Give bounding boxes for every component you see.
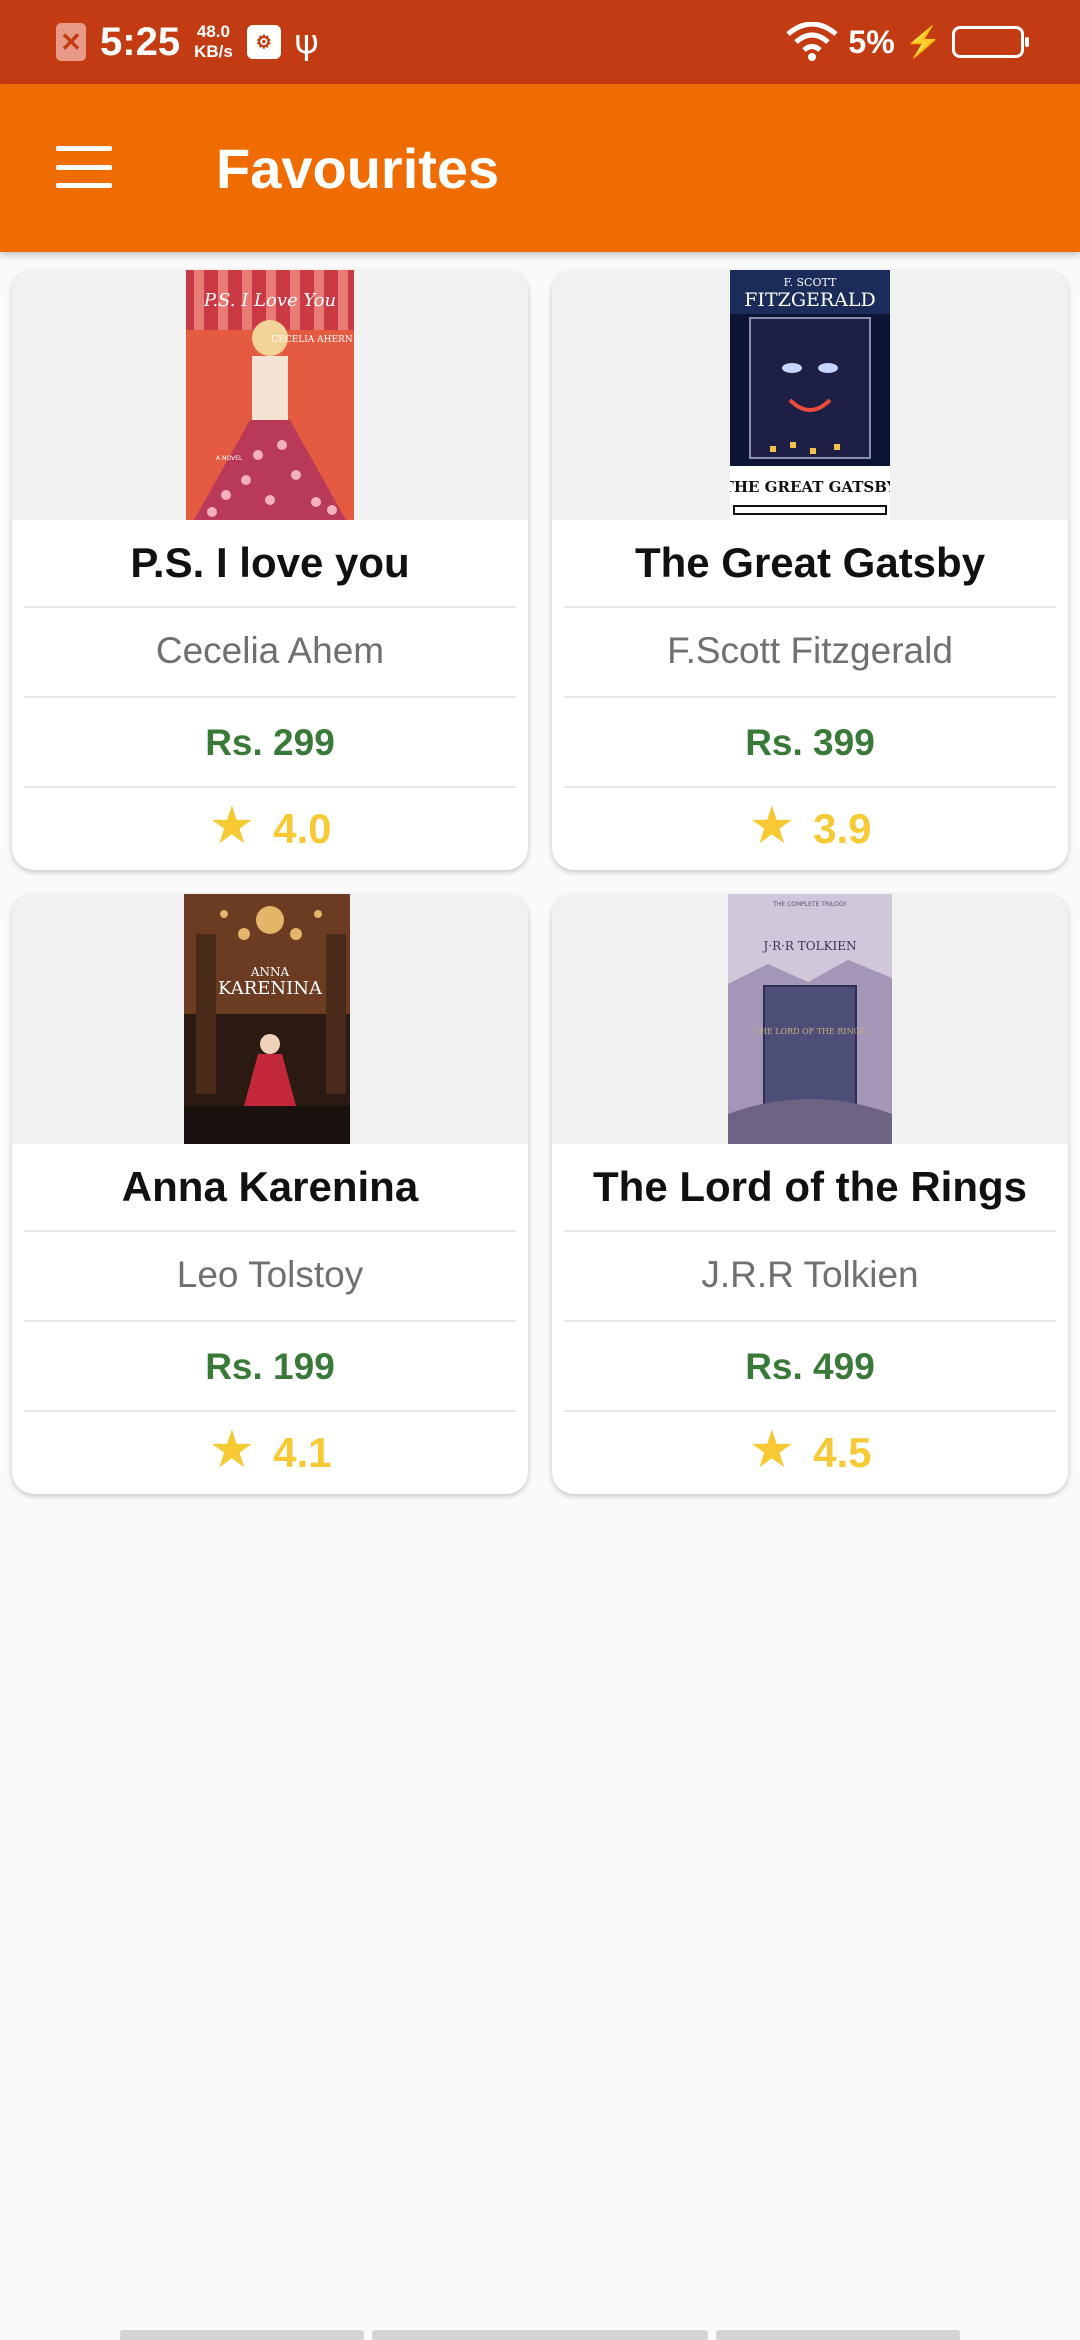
cover-text: ANNA — [250, 965, 290, 979]
cover-text: A NOVEL — [216, 455, 243, 462]
rating-value: 3.9 — [813, 805, 872, 852]
clock: 5:25 — [100, 19, 181, 64]
star-icon: ★ — [208, 795, 256, 856]
divider — [564, 1230, 1056, 1232]
book-price: Rs. 499 — [745, 1346, 875, 1387]
divider — [24, 1410, 516, 1412]
app-bar: Favourites — [0, 84, 1080, 252]
status-bar-right: 5% ⚡ — [786, 0, 1029, 84]
divider — [24, 696, 516, 698]
book-price: Rs. 199 — [205, 1346, 335, 1387]
rating-value: 4.1 — [273, 1429, 332, 1476]
cover-text: P.S. I Love You — [203, 290, 336, 311]
book-rating: ★ 4.1 — [12, 1422, 528, 1484]
network-speed: 48.0 KB/s — [194, 22, 233, 62]
divider — [24, 786, 516, 788]
book-author: J.R.R Tolkien — [701, 1254, 919, 1295]
divider — [564, 1320, 1056, 1322]
book-cover-image: THE COMPLETE TRILOGY J·R·R TOLKIEN THE L… — [728, 894, 892, 1144]
divider — [564, 696, 1056, 698]
book-card[interactable]: THE COMPLETE TRILOGY J·R·R TOLKIEN THE L… — [552, 894, 1068, 1494]
network-speed-value: 48.0 — [196, 22, 230, 41]
book-author: Leo Tolstoy — [176, 1254, 364, 1295]
book-author: F.Scott Fitzgerald — [667, 630, 953, 671]
book-title: Anna Karenina — [121, 1163, 419, 1210]
book-price: Rs. 399 — [745, 722, 875, 763]
status-bar-left: ✕ 5:25 48.0 KB/s ⚙ ψ — [56, 0, 319, 84]
book-title: The Lord of the Rings — [593, 1163, 1027, 1210]
menu-line — [56, 183, 112, 188]
cover-text: CECELIA AHERN — [271, 335, 352, 345]
network-speed-unit: KB/s — [194, 42, 233, 61]
battery-percent: 5% — [848, 23, 895, 60]
nav-gesture-bar[interactable] — [372, 2330, 708, 2340]
cover-text: THE LORD OF THE RINGS — [755, 1027, 866, 1036]
book-title: P.S. I love you — [130, 539, 410, 586]
cover-area: F. SCOTT FITZGERALD THE GREAT GATSBY — [552, 270, 1068, 520]
battery-icon — [952, 26, 1029, 58]
cover-text: J·R·R TOLKIEN — [761, 939, 856, 953]
usb-debug-icon: ⚙ — [246, 25, 281, 59]
menu-line — [56, 146, 112, 151]
book-rating: ★ 4.5 — [552, 1422, 1068, 1484]
charging-bolt-icon: ⚡ — [904, 24, 942, 60]
book-card[interactable]: ANNA KARENINA Anna Karenina Leo Tolstoy … — [12, 894, 528, 1494]
page-title: Favourites — [216, 137, 500, 200]
book-title: The Great Gatsby — [634, 539, 986, 586]
book-author: Cecelia Ahem — [155, 630, 385, 671]
book-price: Rs. 299 — [205, 722, 335, 763]
divider — [564, 786, 1056, 788]
cover-text: THE GREAT GATSBY — [730, 478, 890, 496]
menu-line — [56, 164, 112, 170]
book-cover-image: ANNA KARENINA — [184, 894, 358, 1144]
rating-value: 4.5 — [813, 1429, 872, 1476]
book-card[interactable]: P.S. I Love You CECELIA AHERN A NOVEL P.… — [12, 270, 528, 870]
wifi-icon — [786, 22, 838, 61]
divider — [24, 1230, 516, 1232]
cover-area: ANNA KARENINA — [12, 894, 528, 1144]
divider — [24, 1320, 516, 1322]
star-icon: ★ — [748, 795, 796, 856]
book-rating: ★ 4.0 — [12, 798, 528, 860]
hamburger-menu-icon[interactable] — [56, 146, 112, 188]
svg-text:THE COMPLETE TRILOGY: THE COMPLETE TRILOGY — [772, 901, 847, 908]
book-cover-image: P.S. I Love You CECELIA AHERN A NOVEL — [186, 270, 354, 520]
book-card[interactable]: F. SCOTT FITZGERALD THE GREAT GATSBY The… — [552, 270, 1068, 870]
rating-value: 4.0 — [273, 805, 332, 852]
book-cover-image: F. SCOTT FITZGERALD THE GREAT GATSBY — [730, 270, 890, 520]
cover-text: FITZGERALD — [744, 289, 876, 311]
star-icon: ★ — [208, 1419, 256, 1480]
divider — [564, 606, 1056, 608]
nav-gesture-bar[interactable] — [716, 2330, 960, 2340]
notification-x-icon: ✕ — [56, 23, 86, 61]
cover-text: KARENINA — [218, 978, 323, 999]
divider — [24, 606, 516, 608]
book-rating: ★ 3.9 — [552, 798, 1068, 860]
cover-area: P.S. I Love You CECELIA AHERN A NOVEL — [12, 270, 528, 520]
divider — [564, 1410, 1056, 1412]
nav-gesture-bar[interactable] — [120, 2330, 364, 2340]
cover-area: THE COMPLETE TRILOGY J·R·R TOLKIEN THE L… — [552, 894, 1068, 1144]
usb-icon: ψ — [294, 22, 319, 62]
status-bar: ✕ 5:25 48.0 KB/s ⚙ ψ 5% ⚡ — [0, 0, 1080, 84]
cover-text: F. SCOTT — [784, 276, 837, 289]
star-icon: ★ — [748, 1419, 796, 1480]
